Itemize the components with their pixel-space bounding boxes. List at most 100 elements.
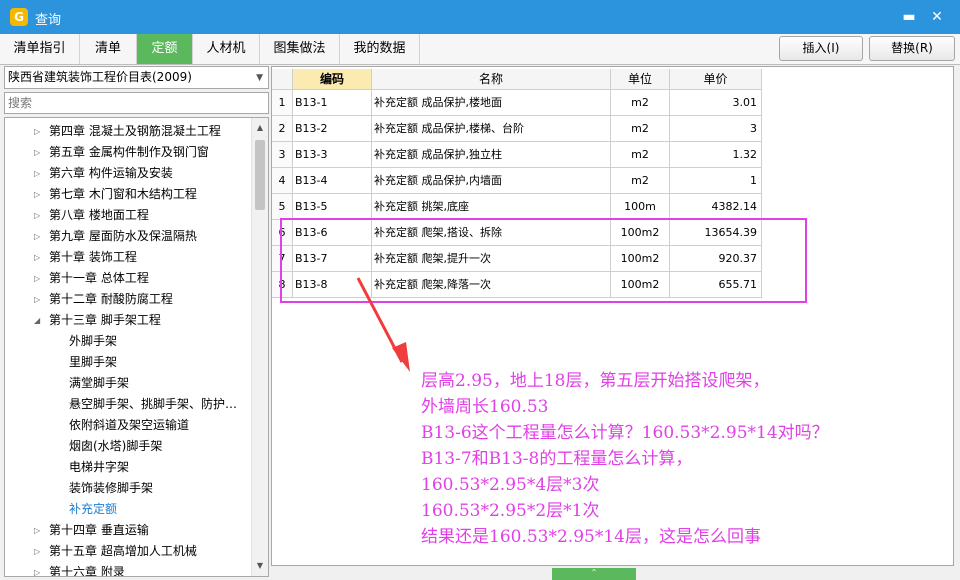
cell-unit[interactable]: m2 [611,168,670,194]
library-select-value: 陕西省建筑装饰工程价目表(2009) [8,70,192,84]
title-bar: G 查询 ▬ ✕ [0,0,960,34]
collapsed-arrow-icon[interactable]: ▷ [34,184,44,205]
insert-button[interactable]: 插入(I) [779,36,863,61]
cell-code[interactable]: B13-4 [293,168,372,194]
cell-name[interactable]: 补充定额 爬架,搭设、拆除 [372,220,611,246]
collapsed-arrow-icon[interactable]: ▷ [34,520,44,541]
tree-item-label: 补充定额 [69,502,118,516]
tree-item[interactable]: ▷ 第七章 木门窗和木结构工程 [5,184,251,205]
tab-bill[interactable]: 清单 [80,34,137,64]
collapsed-arrow-icon[interactable]: ▷ [34,121,44,142]
annotation-line: 外墙周长160.53 [421,397,549,417]
tree-item[interactable]: ▷ 第十四章 垂直运输 [5,520,251,541]
cell-price[interactable]: 13654.39 [670,220,762,246]
row-number[interactable]: 3 [272,142,293,168]
cell-price[interactable]: 4382.14 [670,194,762,220]
tab-atlas-method[interactable]: 图集做法 [260,34,340,64]
tree-item[interactable]: 装饰装修脚手架 [5,478,251,499]
expanded-arrow-icon[interactable]: ◢ [34,310,44,331]
tree-item[interactable]: ▷ 第五章 金属构件制作及钢门窗 [5,142,251,163]
row-number[interactable]: 6 [272,220,293,246]
tree-item[interactable]: 悬空脚手架、挑脚手架、防护… [5,394,251,415]
cell-name[interactable]: 补充定额 成品保护,楼梯、台阶 [372,116,611,142]
row-number[interactable]: 5 [272,194,293,220]
cell-name[interactable]: 补充定额 成品保护,楼地面 [372,90,611,116]
cell-price[interactable]: 1.32 [670,142,762,168]
tab-labor-material-machine[interactable]: 人材机 [193,34,260,64]
collapsed-arrow-icon[interactable]: ▷ [34,142,44,163]
search-input[interactable] [4,92,269,114]
header-unit[interactable]: 单位 [611,69,670,90]
cell-code[interactable]: B13-7 [293,246,372,272]
row-number[interactable]: 1 [272,90,293,116]
minimize-icon[interactable]: ▬ [898,6,920,28]
scroll-down-icon[interactable]: ▼ [252,558,268,574]
cell-code[interactable]: B13-1 [293,90,372,116]
tree-item[interactable]: 里脚手架 [5,352,251,373]
cell-code[interactable]: B13-8 [293,272,372,298]
cell-unit[interactable]: 100m [611,194,670,220]
tab-my-data[interactable]: 我的数据 [340,34,420,64]
tree-item[interactable]: 依附斜道及架空运输道 [5,415,251,436]
close-icon[interactable]: ✕ [926,6,948,28]
cell-code[interactable]: B13-2 [293,116,372,142]
header-price[interactable]: 单价 [670,69,762,90]
tree-item[interactable]: ▷ 第十章 装饰工程 [5,247,251,268]
collapsed-arrow-icon[interactable]: ▷ [34,205,44,226]
row-number[interactable]: 8 [272,272,293,298]
cell-price[interactable]: 1 [670,168,762,194]
cell-price[interactable]: 3.01 [670,90,762,116]
tab-quota[interactable]: 定额 [137,34,193,64]
cell-unit[interactable]: m2 [611,142,670,168]
cell-price[interactable]: 920.37 [670,246,762,272]
cell-code[interactable]: B13-5 [293,194,372,220]
cell-unit[interactable]: 100m2 [611,246,670,272]
tree-item[interactable]: 电梯井字架 [5,457,251,478]
tree-item[interactable]: 满堂脚手架 [5,373,251,394]
row-number[interactable]: 7 [272,246,293,272]
tree-scrollbar[interactable]: ▲ ▼ [251,118,268,576]
cell-code[interactable]: B13-3 [293,142,372,168]
cell-price[interactable]: 3 [670,116,762,142]
collapsed-arrow-icon[interactable]: ▷ [34,226,44,247]
tree-item[interactable]: ▷ 第十五章 超高增加人工机械 [5,541,251,562]
replace-button[interactable]: 替换(R) [869,36,955,61]
row-number[interactable]: 4 [272,168,293,194]
header-code[interactable]: 编码 [293,69,372,90]
tab-bill-guide[interactable]: 清单指引 [0,34,80,64]
collapsed-arrow-icon[interactable]: ▷ [34,247,44,268]
cell-code[interactable]: B13-6 [293,220,372,246]
tree-item[interactable]: ▷ 第八章 楼地面工程 [5,205,251,226]
cell-name[interactable]: 补充定额 成品保护,内墙面 [372,168,611,194]
cell-name[interactable]: 补充定额 成品保护,独立柱 [372,142,611,168]
tree-item[interactable]: ▷ 第四章 混凝土及钢筋混凝土工程 [5,121,251,142]
tree-item[interactable]: ▷ 第十六章 附录 [5,562,251,576]
tree-item[interactable]: ▷ 第十一章 总体工程 [5,268,251,289]
tree-item[interactable]: ▷ 第六章 构件运输及安装 [5,163,251,184]
tree-item[interactable]: ▷ 第十二章 耐酸防腐工程 [5,289,251,310]
cell-unit[interactable]: 100m2 [611,272,670,298]
tree-item[interactable]: ▷ 第九章 屋面防水及保温隔热 [5,226,251,247]
cell-unit[interactable]: m2 [611,90,670,116]
cell-unit[interactable]: 100m2 [611,220,670,246]
cell-name[interactable]: 补充定额 挑架,底座 [372,194,611,220]
collapsed-arrow-icon[interactable]: ▷ [34,541,44,562]
tree-item[interactable]: 外脚手架 [5,331,251,352]
collapsed-arrow-icon[interactable]: ▷ [34,163,44,184]
tree-item[interactable]: ◢ 第十三章 脚手架工程 [5,310,251,331]
cell-name[interactable]: 补充定额 爬架,提升一次 [372,246,611,272]
collapsed-arrow-icon[interactable]: ▷ [34,268,44,289]
scroll-up-icon[interactable]: ▲ [252,120,268,136]
library-select[interactable]: 陕西省建筑装饰工程价目表(2009) ▼ [4,66,269,89]
header-name[interactable]: 名称 [372,69,611,90]
scroll-thumb[interactable] [255,140,265,210]
collapsed-arrow-icon[interactable]: ▷ [34,562,44,576]
cell-name[interactable]: 补充定额 爬架,降落一次 [372,272,611,298]
collapsed-arrow-icon[interactable]: ▷ [34,289,44,310]
cell-unit[interactable]: m2 [611,116,670,142]
row-number[interactable]: 2 [272,116,293,142]
tree-item[interactable]: 烟囱(水塔)脚手架 [5,436,251,457]
cell-price[interactable]: 655.71 [670,272,762,298]
tree-item[interactable]: 补充定额 [5,499,251,520]
splitter-handle[interactable]: ⌃ [552,568,636,580]
